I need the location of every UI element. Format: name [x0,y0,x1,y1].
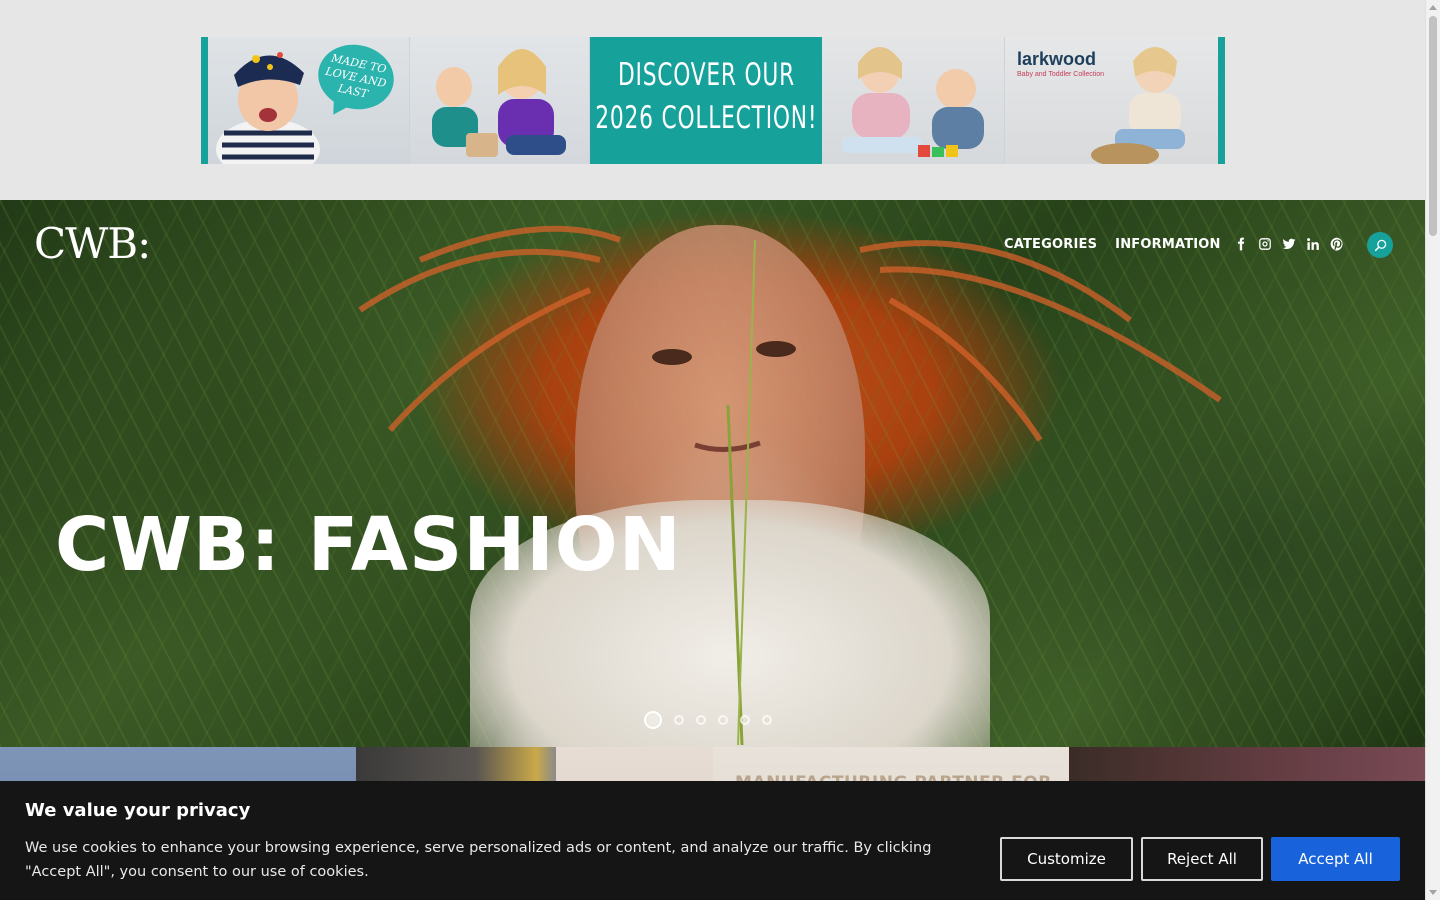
slider-dots [644,711,784,729]
ad-photo-larkwood: larkwood Baby and Toddler Collection [1005,37,1218,164]
ad-headline-line1: DISCOVER OUR [617,57,795,94]
scroll-down-arrow-icon[interactable] [1429,890,1437,895]
page-scrollbar[interactable] [1425,0,1440,900]
search-icon [1374,239,1386,251]
slider-dot-6[interactable] [762,715,772,725]
ad-photo-toddler-hat: MADE TO LOVE AND LAST [208,37,410,164]
main-nav: CATEGORIES INFORMATION [1004,237,1239,252]
cookie-title: We value your privacy [25,800,251,821]
cookie-text: We use cookies to enhance your browsing … [25,840,932,880]
ad-area: MADE TO LOVE AND LAST DISCOVER OUR 2026 … [0,0,1425,200]
ad-photo-two-kids [410,37,590,164]
cookie-accept-button[interactable]: Accept All [1271,837,1400,881]
ad-banner-edge [201,37,208,164]
ad-photo-two-kids-illustration [432,49,566,157]
cookie-banner: We value your privacy We use cookies to … [0,781,1425,900]
slider-dot-1[interactable] [644,711,662,729]
slider-dot-3[interactable] [696,715,706,725]
ad-banner[interactable]: MADE TO LOVE AND LAST DISCOVER OUR 2026 … [201,37,1225,164]
hero-title: CWB: FASHION [55,502,682,588]
cookie-reject-button[interactable]: Reject All [1141,837,1263,881]
search-button[interactable] [1367,232,1393,258]
ad-banner-edge-right [1218,37,1225,164]
social-links [1233,236,1353,252]
ad-headline: DISCOVER OUR 2026 COLLECTION! [590,37,822,164]
instagram-icon[interactable] [1257,236,1273,252]
site-logo[interactable]: CWB: [34,223,151,265]
cookie-customize-button[interactable]: Customize [1000,837,1133,881]
scroll-thumb[interactable] [1429,16,1437,236]
slider-dot-5[interactable] [740,715,750,725]
pinterest-icon[interactable] [1329,236,1345,252]
slider-dot-2[interactable] [674,715,684,725]
scroll-up-arrow-icon[interactable] [1429,5,1437,10]
twitter-icon[interactable] [1281,236,1297,252]
hero-photo-details [358,225,1222,746]
ad-photo-play-blocks [822,37,1005,164]
ad-headline-line2: 2026 COLLECTION! [594,100,818,137]
ad-photo-play-blocks-illustration [842,47,984,157]
slider-dot-4[interactable] [718,715,728,725]
ad-photo-larkwood-illustration [1091,47,1185,164]
nav-categories[interactable]: CATEGORIES [1004,237,1097,252]
nav-information[interactable]: INFORMATION [1115,237,1220,252]
facebook-icon[interactable] [1233,236,1249,252]
linkedin-icon[interactable] [1305,236,1321,252]
hero-slider[interactable] [0,200,1425,747]
